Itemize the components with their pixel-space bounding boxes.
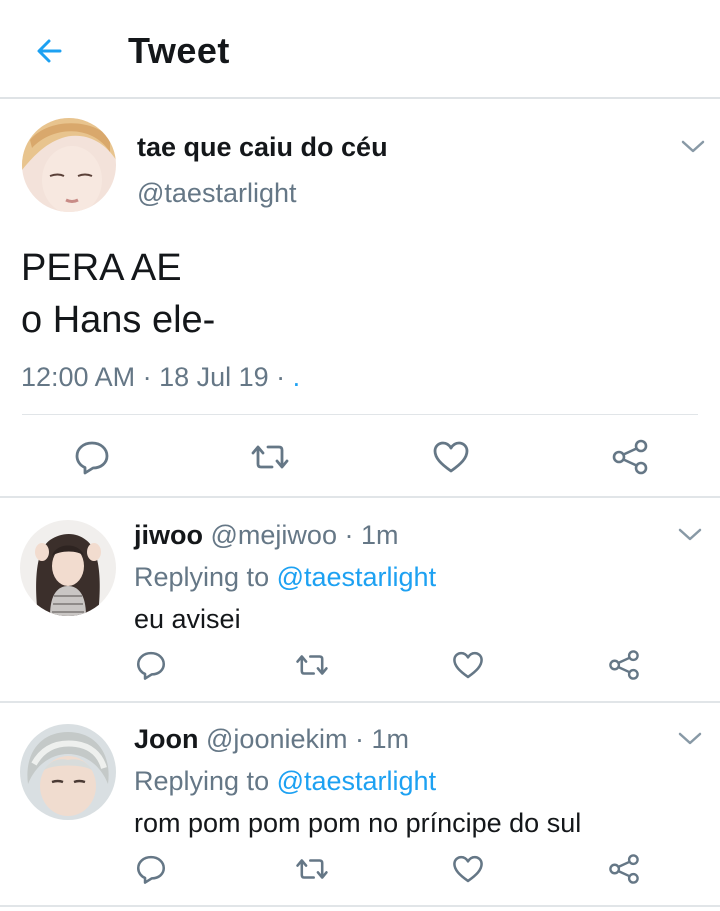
chevron-down-icon[interactable] xyxy=(677,730,703,748)
reply-header: Joon @jooniekim · 1m xyxy=(134,724,409,755)
tweet-date: 18 Jul 19 xyxy=(159,362,269,392)
retweet-icon xyxy=(296,859,328,879)
share-button[interactable] xyxy=(607,852,641,886)
chevron-down-icon[interactable] xyxy=(680,138,706,156)
replying-to-label: Replying to xyxy=(134,562,277,592)
heart-icon xyxy=(453,651,483,679)
reply-icon xyxy=(136,651,166,680)
page-title: Tweet xyxy=(128,30,230,71)
heart-icon xyxy=(453,855,483,883)
back-button[interactable] xyxy=(30,32,70,72)
share-icon xyxy=(609,650,639,680)
replying-to-label: Replying to xyxy=(134,766,277,796)
share-button[interactable] xyxy=(610,437,650,477)
retweet-button[interactable] xyxy=(250,437,290,477)
heart-icon xyxy=(433,441,469,473)
reply-button[interactable] xyxy=(134,648,168,682)
avatar[interactable] xyxy=(20,724,116,820)
chevron-down-icon[interactable] xyxy=(677,526,703,544)
tweet-time: 12:00 AM xyxy=(21,362,136,392)
meta-separator: · xyxy=(347,724,372,754)
reply-text: rom pom pom pom no príncipe do sul xyxy=(134,808,582,838)
tweet-source[interactable]: . xyxy=(293,362,301,392)
display-name[interactable]: jiwoo xyxy=(134,520,203,550)
avatar[interactable] xyxy=(22,118,116,212)
meta-separator: · xyxy=(135,362,160,392)
main-tweet: tae que caiu do céu @taestarlight PERA A… xyxy=(0,100,720,498)
display-name[interactable]: Joon xyxy=(134,724,199,754)
like-button[interactable] xyxy=(431,437,471,477)
tweet-text-line: o Hans ele- xyxy=(21,299,216,341)
arrow-left-icon xyxy=(37,39,62,63)
reply-tweet[interactable]: jiwoo @mejiwoo · 1m Replying to @taestar… xyxy=(0,500,720,703)
tweet-text: PERA AE o Hans ele- xyxy=(21,242,215,346)
reply-icon xyxy=(75,441,109,475)
display-name[interactable]: tae que caiu do céu xyxy=(137,132,388,163)
replying-to: Replying to @taestarlight xyxy=(134,562,436,593)
reply-icon xyxy=(136,855,166,884)
mention-link[interactable]: @taestarlight xyxy=(277,562,436,592)
reply-button[interactable] xyxy=(134,852,168,886)
reply-button[interactable] xyxy=(72,437,112,477)
mention-link[interactable]: @taestarlight xyxy=(277,766,436,796)
avatar[interactable] xyxy=(20,520,116,616)
meta-separator: · xyxy=(268,362,293,392)
share-icon xyxy=(612,439,648,475)
retweet-button[interactable] xyxy=(295,852,329,886)
replying-to: Replying to @taestarlight xyxy=(134,766,436,797)
retweet-icon xyxy=(296,655,328,675)
like-button[interactable] xyxy=(451,852,485,886)
reply-header: jiwoo @mejiwoo · 1m xyxy=(134,520,398,551)
user-handle[interactable]: @jooniekim xyxy=(206,724,347,754)
retweet-icon xyxy=(251,445,289,469)
reply-time: 1m xyxy=(371,724,409,754)
share-button[interactable] xyxy=(607,648,641,682)
meta-separator: · xyxy=(336,520,361,550)
retweet-button[interactable] xyxy=(295,648,329,682)
like-button[interactable] xyxy=(451,648,485,682)
header: Tweet xyxy=(0,0,720,99)
user-handle[interactable]: @mejiwoo xyxy=(211,520,337,550)
user-handle[interactable]: @taestarlight xyxy=(137,178,296,209)
divider xyxy=(22,414,698,415)
tweet-meta: 12:00 AM · 18 Jul 19 · . xyxy=(21,362,300,393)
reply-text: eu avisei xyxy=(134,604,241,634)
reply-time: 1m xyxy=(360,520,399,550)
share-icon xyxy=(609,854,639,884)
reply-tweet[interactable]: Joon @jooniekim · 1m Replying to @taesta… xyxy=(0,704,720,907)
tweet-text-line: PERA AE xyxy=(21,247,182,289)
